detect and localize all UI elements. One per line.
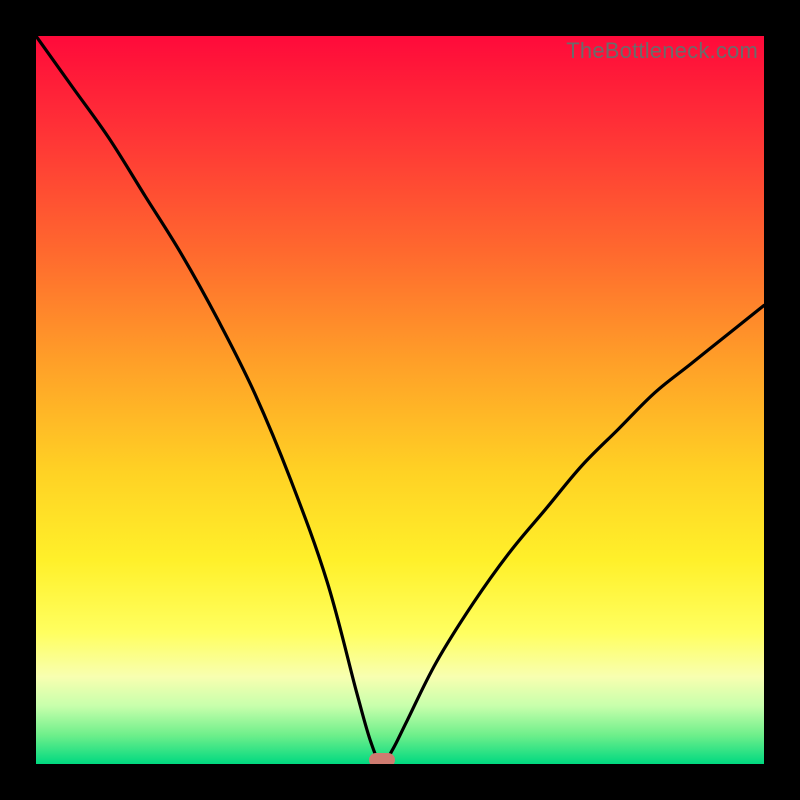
plot-area [36,36,764,764]
bottleneck-curve [36,36,764,764]
watermark-text: TheBottleneck.com [566,38,758,64]
chart-frame: TheBottleneck.com [0,0,800,800]
optimal-point-marker [369,753,395,764]
